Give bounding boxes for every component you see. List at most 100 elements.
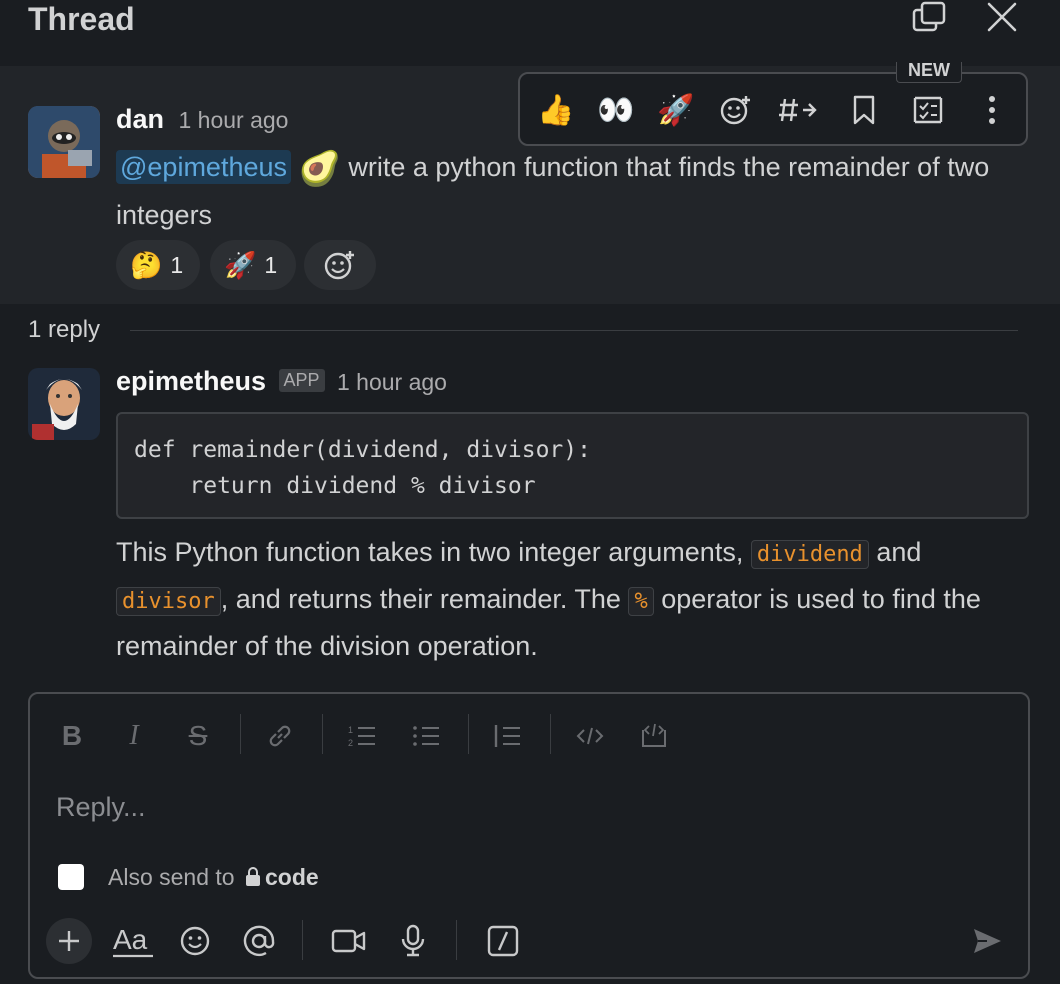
svg-text:2: 2	[348, 738, 353, 748]
audio-clip-button[interactable]	[390, 918, 436, 964]
open-in-window-icon[interactable]	[910, 0, 950, 36]
inline-code: dividend	[750, 540, 869, 569]
thumbs-up-reaction-button[interactable]: 👍	[534, 88, 578, 132]
attach-button[interactable]	[46, 918, 92, 964]
slash-command-icon	[487, 925, 519, 957]
add-reaction-button[interactable]	[714, 88, 758, 132]
toolbar-separator	[240, 714, 241, 754]
thumbs-up-icon: 👍	[537, 93, 575, 127]
thread-header: Thread	[0, 0, 1060, 66]
blockquote-icon	[494, 725, 520, 747]
toolbar-separator	[302, 920, 303, 960]
ordered-list-icon: 12	[348, 725, 375, 748]
code-block: def remainder(dividend, divisor): return…	[116, 412, 1029, 519]
reply-meta: epimetheus APP 1 hour ago	[116, 366, 447, 397]
emoji-icon	[180, 926, 210, 956]
shortcuts-button[interactable]	[480, 918, 526, 964]
bulleted-list-button[interactable]	[406, 716, 446, 756]
reply-divider	[130, 330, 1018, 331]
close-icon[interactable]	[984, 0, 1024, 36]
code-icon	[576, 727, 604, 745]
reply-count: 1 reply	[28, 316, 101, 343]
video-clip-button[interactable]	[326, 918, 372, 964]
microphone-icon	[401, 924, 425, 957]
emoji-button[interactable]	[172, 918, 218, 964]
svg-text:Aa: Aa	[113, 924, 148, 955]
code-block-button[interactable]	[634, 716, 674, 756]
new-badge: NEW	[896, 61, 962, 83]
code-block-icon	[642, 723, 666, 747]
bulleted-list-icon	[413, 726, 439, 746]
italic-icon: I	[129, 720, 139, 751]
formatting-toggle-button[interactable]: Aa	[108, 918, 158, 964]
reaction-rocket[interactable]: 🚀 1	[210, 240, 296, 290]
link-button[interactable]	[260, 716, 300, 756]
at-sign-icon	[243, 925, 275, 957]
reaction-emoji: 🤔	[130, 249, 163, 280]
bot-avatar[interactable]	[28, 368, 100, 440]
bold-button[interactable]: B	[52, 716, 92, 756]
save-task-button[interactable]	[906, 88, 950, 132]
video-camera-icon	[331, 929, 366, 953]
user-mention[interactable]: @epimetheus	[116, 150, 291, 184]
toolbar-separator	[322, 714, 323, 754]
add-reaction-icon	[324, 251, 354, 280]
avocado-emoji: 🥑	[298, 150, 341, 188]
plus-icon	[59, 931, 79, 951]
message-meta: dan 1 hour ago	[116, 104, 288, 135]
message-text: @epimetheus 🥑 write a python function th…	[116, 144, 1036, 238]
svg-text:1: 1	[348, 725, 353, 735]
reaction-count: 1	[264, 251, 278, 278]
toolbar-separator	[550, 714, 551, 754]
message-actions-toolbar: 👍 👀 🚀	[518, 72, 1028, 146]
thread-title: Thread	[28, 1, 135, 37]
task-list-icon	[913, 96, 943, 124]
eyes-reaction-button[interactable]: 👀	[594, 88, 638, 132]
mention-button[interactable]	[236, 918, 282, 964]
text-format-icon: Aa	[113, 924, 153, 958]
blockquote-button[interactable]	[488, 716, 528, 756]
ordered-list-button[interactable]: 12	[342, 716, 382, 756]
add-reaction-button[interactable]	[304, 240, 376, 290]
inline-code: divisor	[116, 587, 221, 616]
text-segment: This Python function takes in two intege…	[116, 537, 751, 567]
reply-composer: B I S 12 Reply... Also send to code Aa	[28, 692, 1030, 979]
toolbar-separator	[468, 714, 469, 754]
strikethrough-button[interactable]: S	[178, 716, 218, 756]
channel-name[interactable]: code	[265, 864, 319, 890]
strikethrough-icon: S	[188, 720, 208, 751]
also-send-checkbox[interactable]	[58, 864, 84, 890]
link-icon	[269, 725, 291, 747]
reaction-thinking[interactable]: 🤔 1	[116, 240, 200, 290]
text-segment: and	[868, 537, 922, 567]
send-icon	[974, 929, 1001, 953]
reply-body: This Python function takes in two intege…	[116, 530, 1036, 668]
send-button[interactable]	[964, 918, 1010, 964]
bookmark-button[interactable]	[842, 88, 886, 132]
forward-icon	[779, 98, 817, 122]
also-send-label: Also send to code	[108, 864, 319, 891]
lock-icon	[245, 867, 260, 886]
code-button[interactable]	[570, 716, 610, 756]
reply-input[interactable]: Reply...	[56, 792, 146, 823]
reaction-emoji: 🚀	[224, 249, 257, 280]
text-segment: , and returns their remainder. The	[220, 584, 629, 614]
forward-button[interactable]	[776, 88, 820, 132]
add-reaction-icon	[720, 96, 750, 125]
bot-author-name[interactable]: epimetheus	[116, 366, 266, 396]
more-vertical-icon	[989, 96, 995, 124]
eyes-icon: 👀	[597, 93, 635, 127]
author-name[interactable]: dan	[116, 104, 164, 134]
app-badge: APP	[278, 369, 325, 392]
bookmark-icon	[853, 95, 875, 125]
italic-button[interactable]: I	[114, 716, 154, 756]
inline-code: %	[628, 587, 654, 616]
reaction-count: 1	[170, 251, 184, 278]
rocket-icon: 🚀	[657, 93, 695, 127]
toolbar-separator	[456, 920, 457, 960]
avatar[interactable]	[28, 106, 100, 178]
rocket-reaction-button[interactable]: 🚀	[654, 88, 698, 132]
more-actions-button[interactable]	[970, 88, 1014, 132]
reply-timestamp[interactable]: 1 hour ago	[337, 369, 447, 395]
timestamp[interactable]: 1 hour ago	[178, 107, 288, 133]
